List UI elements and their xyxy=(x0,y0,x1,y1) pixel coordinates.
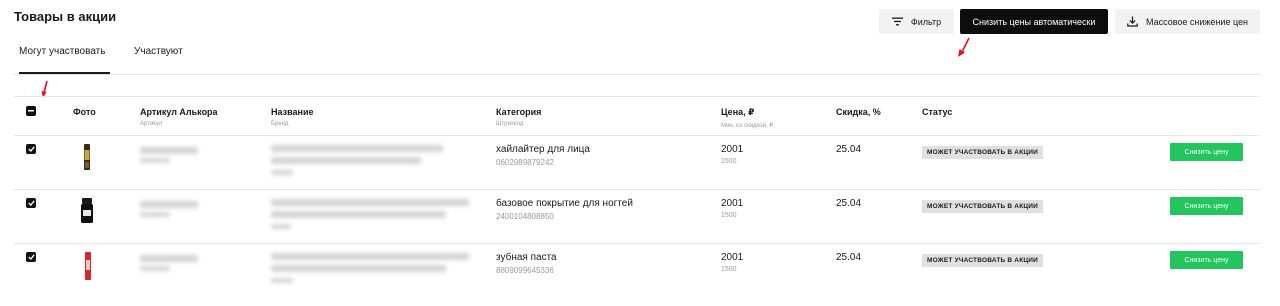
tab-participating[interactable]: Участвуют xyxy=(134,46,183,74)
name-blurred xyxy=(271,265,446,272)
min-price: 1500 xyxy=(721,212,737,219)
article-blurred xyxy=(140,147,198,154)
barcode: 8809099645336 xyxy=(496,266,554,275)
tabs-divider xyxy=(14,74,1260,75)
table-row: базовое покрытие для ногтей 240010480885… xyxy=(14,190,1260,244)
row-checkbox[interactable] xyxy=(26,144,36,154)
tab-can-participate[interactable]: Могут участвовать xyxy=(19,46,110,74)
column-category: Категория Штрихкод xyxy=(496,107,542,127)
annotation-arrow-icon xyxy=(958,37,970,57)
reduce-price-button[interactable]: Снизить цену xyxy=(1170,143,1243,161)
auto-reduce-prices-label: Снизить цены автоматически xyxy=(972,16,1096,27)
name-blurred xyxy=(271,211,446,218)
auto-reduce-prices-button[interactable]: Снизить цены автоматически xyxy=(960,9,1108,34)
article-blurred xyxy=(140,158,170,163)
brand-blurred xyxy=(271,170,293,175)
product-photo xyxy=(84,144,90,170)
category-name: базовое покрытие для ногтей xyxy=(496,198,633,209)
price-cell: 2001 1500 xyxy=(721,252,743,273)
price: 2001 xyxy=(721,252,744,263)
min-price: 1500 xyxy=(721,266,737,273)
mass-reduce-prices-label: Массовое снижение цен xyxy=(1146,16,1248,27)
brand-blurred xyxy=(271,278,293,283)
category-cell: зубная паста 8809099645336 xyxy=(496,252,557,275)
product-photo xyxy=(85,252,91,280)
reduce-price-button[interactable]: Снизить цену xyxy=(1170,251,1243,269)
column-photo: Фото xyxy=(73,107,96,117)
page-title: Товары в акции xyxy=(14,9,117,24)
name-blurred xyxy=(271,199,469,206)
status-badge: МОЖЕТ УЧАСТВОВАТЬ В АКЦИИ xyxy=(922,254,1044,267)
min-price: 1500 xyxy=(721,158,737,165)
download-icon xyxy=(1127,16,1138,27)
category-cell: хайлайтер для лица 0602989879242 xyxy=(496,144,590,167)
product-photo xyxy=(81,198,93,223)
category-name: зубная паста xyxy=(496,252,557,263)
name-blurred xyxy=(271,145,443,152)
row-checkbox[interactable] xyxy=(26,252,36,262)
article-blurred xyxy=(140,201,198,208)
table-row: зубная паста 8809099645336 2001 1500 25.… xyxy=(14,244,1260,298)
column-price: Цена, ₽ Мин. со скидкой, ₽ xyxy=(721,107,774,129)
status-badge: МОЖЕТ УЧАСТВОВАТЬ В АКЦИИ xyxy=(922,146,1044,159)
column-status: Статус xyxy=(922,107,953,117)
mass-reduce-prices-button[interactable]: Массовое снижение цен xyxy=(1115,9,1260,34)
column-discount: Скидка, % xyxy=(836,107,881,117)
discount: 25.04 xyxy=(836,144,862,155)
status-badge: МОЖЕТ УЧАСТВОВАТЬ В АКЦИИ xyxy=(922,200,1044,213)
article-blurred xyxy=(140,212,170,217)
column-name: Название Бренд xyxy=(271,107,314,127)
price-cell: 2001 1500 xyxy=(721,198,743,219)
category-cell: базовое покрытие для ногтей 240010480885… xyxy=(496,198,633,221)
reduce-price-button[interactable]: Снизить цену xyxy=(1170,197,1243,215)
discount: 25.04 xyxy=(836,252,862,263)
table-header: Фото Артикул Алькора Артикул Название Брен… xyxy=(14,96,1260,136)
name-blurred xyxy=(271,157,421,164)
barcode: 2400104808850 xyxy=(496,212,554,221)
price: 2001 xyxy=(721,198,744,209)
filter-button[interactable]: Фильтр xyxy=(879,9,954,34)
barcode: 0602989879242 xyxy=(496,158,554,167)
filter-icon xyxy=(891,17,903,26)
brand-blurred xyxy=(271,224,291,229)
article-blurred xyxy=(140,255,198,262)
row-checkbox[interactable] xyxy=(26,198,36,208)
price: 2001 xyxy=(721,144,744,155)
discount: 25.04 xyxy=(836,198,862,209)
price-cell: 2001 1500 xyxy=(721,144,743,165)
select-all-checkbox[interactable] xyxy=(26,106,36,116)
column-article: Артикул Алькора Артикул xyxy=(140,107,218,127)
products-table: Фото Артикул Алькора Артикул Название Брен… xyxy=(14,96,1260,298)
filter-button-label: Фильтр xyxy=(910,16,942,27)
table-row: хайлайтер для лица 0602989879242 2001 15… xyxy=(14,136,1260,190)
article-blurred xyxy=(140,266,170,271)
category-name: хайлайтер для лица xyxy=(496,144,590,155)
name-blurred xyxy=(271,253,469,260)
